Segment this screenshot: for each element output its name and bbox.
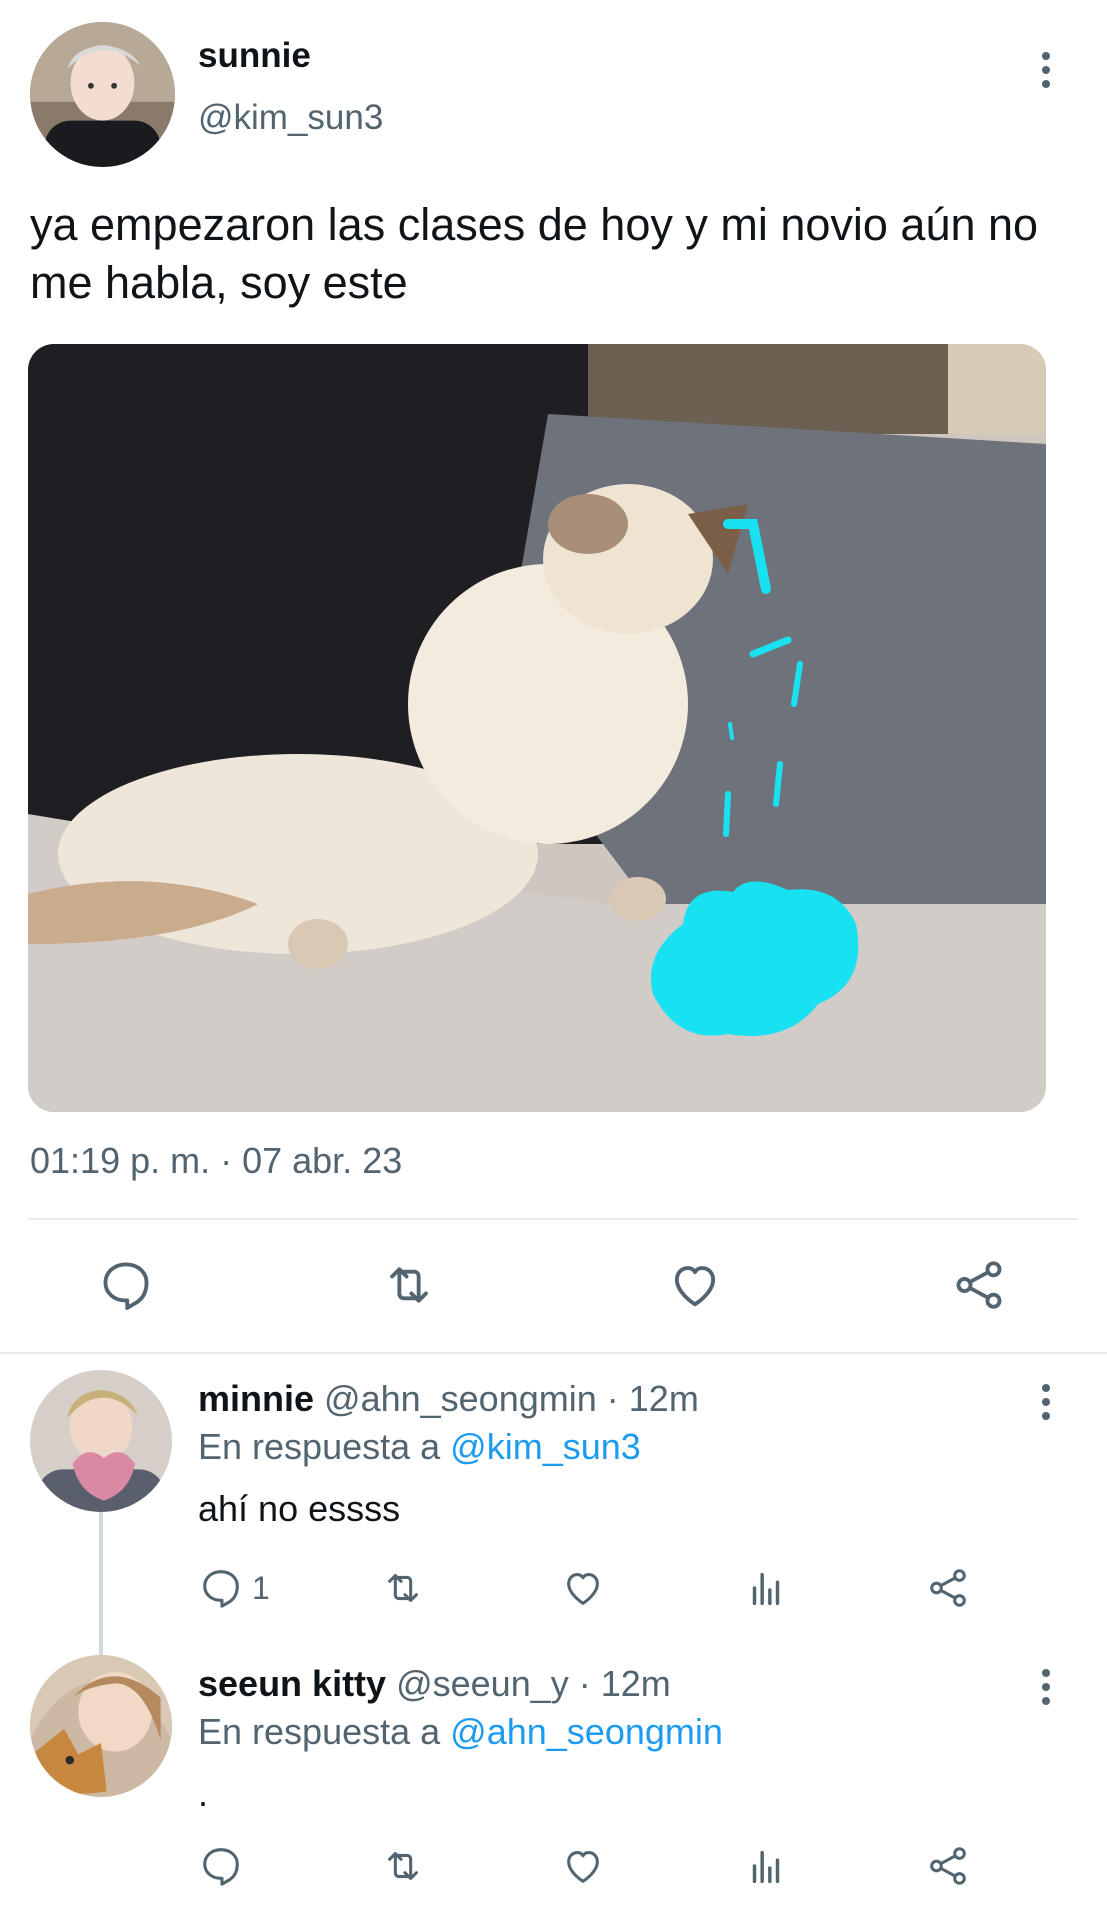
retweet-button[interactable]: [380, 1840, 426, 1892]
crying-cat-image-icon: [28, 344, 1046, 1112]
more-options-icon[interactable]: [1032, 1665, 1060, 1709]
retweet-button[interactable]: [378, 1254, 440, 1316]
heart-icon: [567, 1851, 599, 1883]
avatar-image-icon: [30, 22, 175, 167]
mention-link[interactable]: @kim_sun3: [450, 1426, 641, 1467]
comment-icon: [203, 1848, 239, 1886]
reply-button[interactable]: [95, 1254, 157, 1316]
tweet-timestamp[interactable]: 01:19 p. m. · 07 abr. 23: [30, 1140, 402, 1182]
divider: [0, 1352, 1107, 1354]
user-handle[interactable]: @ahn_seongmin: [324, 1378, 597, 1419]
reply-count: 1: [252, 1569, 270, 1606]
analytics-icon: [752, 1850, 780, 1884]
retweet-icon: [390, 1267, 428, 1303]
like-button[interactable]: [664, 1254, 726, 1316]
analytics-button[interactable]: [743, 1840, 789, 1892]
reply-context: En respuesta a @ahn_seongmin: [198, 1711, 723, 1753]
retweet-icon: [388, 1852, 418, 1880]
reply-to-label: En respuesta a: [198, 1426, 441, 1467]
user-avatar[interactable]: [30, 1370, 172, 1512]
display-name[interactable]: minnie: [198, 1378, 314, 1419]
heart-icon: [567, 1573, 599, 1605]
display-name[interactable]: sunnie: [198, 36, 311, 76]
share-button[interactable]: [925, 1840, 971, 1892]
retweet-button[interactable]: [380, 1562, 426, 1614]
more-options-icon[interactable]: [1032, 48, 1060, 92]
avatar-image-icon: [30, 1655, 172, 1797]
like-button[interactable]: [560, 1562, 606, 1614]
analytics-button[interactable]: [743, 1562, 789, 1614]
avatar-image-icon: [30, 1370, 172, 1512]
mention-link[interactable]: @ahn_seongmin: [450, 1711, 723, 1752]
retweet-icon: [388, 1574, 418, 1602]
share-button[interactable]: [925, 1562, 971, 1614]
reply-text: ahí no essss: [198, 1488, 401, 1529]
share-icon: [930, 1847, 966, 1885]
divider: [28, 1218, 1078, 1220]
reply-context: En respuesta a @kim_sun3: [198, 1426, 641, 1468]
tweet-text: ya empezaron las clases de hoy y mi novi…: [30, 199, 1039, 308]
share-icon: [930, 1569, 966, 1607]
comment-icon: [203, 1570, 239, 1608]
like-button[interactable]: [560, 1840, 606, 1892]
share-icon: [956, 1261, 1002, 1309]
heart-icon: [674, 1266, 716, 1307]
user-handle[interactable]: @seeun_y: [396, 1663, 569, 1704]
user-handle[interactable]: @kim_sun3: [198, 98, 383, 138]
reply-button[interactable]: 1: [198, 1562, 270, 1614]
reply-tweet[interactable]: seeun kitty @seeun_y · 12m En respuesta …: [0, 1655, 1107, 1920]
user-avatar[interactable]: [30, 22, 175, 167]
reply-actions-bar: 1: [0, 1562, 1107, 1622]
display-name[interactable]: seeun kitty: [198, 1663, 386, 1704]
reply-actions-bar: [0, 1840, 1107, 1900]
main-tweet: sunnie @kim_sun3 ya empezaron las clases…: [0, 0, 1107, 1352]
analytics-icon: [752, 1572, 780, 1606]
reply-text: .: [198, 1773, 209, 1814]
reply-button[interactable]: [198, 1840, 252, 1892]
reply-to-label: En respuesta a: [198, 1711, 441, 1752]
reply-time: · 12m: [578, 1663, 671, 1704]
tweet-media-image[interactable]: [28, 344, 1046, 1112]
more-options-icon[interactable]: [1032, 1380, 1060, 1424]
comment-icon: [103, 1262, 149, 1310]
reply-time: · 12m: [606, 1378, 699, 1419]
reply-tweet[interactable]: minnie @ahn_seongmin · 12m En respuesta …: [0, 1370, 1107, 1650]
share-button[interactable]: [948, 1254, 1010, 1316]
user-avatar[interactable]: [30, 1655, 172, 1797]
